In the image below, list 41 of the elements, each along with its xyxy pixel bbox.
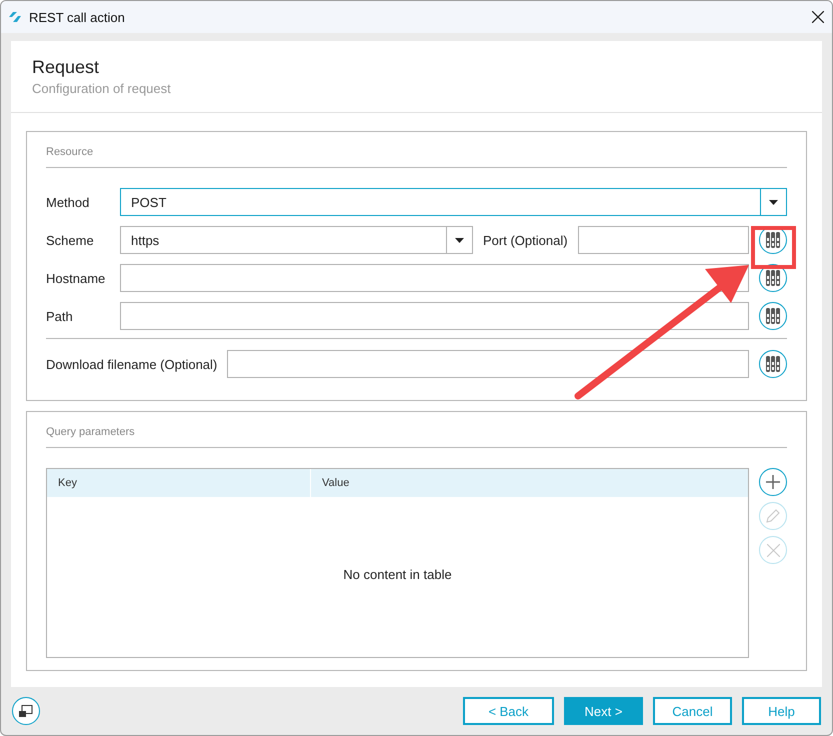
add-button[interactable]	[759, 468, 787, 496]
insert-variable-button[interactable]	[759, 350, 787, 378]
port-field[interactable]	[578, 226, 749, 254]
close-icon[interactable]	[812, 11, 824, 23]
window-mode-button[interactable]	[12, 697, 40, 725]
section-title: Resource	[46, 146, 787, 168]
column-header: Key	[47, 469, 311, 497]
scheme-dropdown[interactable]: https	[120, 226, 473, 254]
variables-icon	[765, 232, 781, 248]
input-field[interactable]	[120, 302, 749, 330]
plus-icon	[766, 475, 780, 489]
section-title: Query parameters	[46, 426, 787, 448]
variables-icon	[765, 270, 781, 286]
input-field[interactable]	[227, 350, 749, 378]
field-label: Hostname	[46, 270, 106, 286]
insert-variable-button[interactable]	[759, 302, 787, 330]
field-label: Method	[46, 194, 90, 210]
column-header: Value	[321, 476, 350, 491]
app-logo-icon	[9, 12, 21, 22]
highlight-box	[751, 226, 796, 269]
variables-icon	[765, 356, 781, 372]
field-label: Download filename (Optional)	[46, 356, 218, 372]
variables-icon	[765, 308, 781, 324]
field-label: Scheme	[46, 232, 94, 248]
field-label: Port (Optional)	[483, 232, 568, 248]
method-dropdown[interactable]: POST	[120, 188, 787, 216]
page-subtitle: Configuration of request	[32, 81, 172, 96]
pencil-icon	[766, 509, 780, 523]
window-icon	[19, 705, 33, 717]
page-title: Request	[32, 57, 100, 78]
field-label: Path	[46, 308, 73, 324]
footer-button[interactable]: Next >	[564, 697, 643, 725]
window-title: REST call action	[29, 10, 126, 24]
caret-icon	[769, 200, 778, 204]
empty-message: No content in table	[343, 566, 452, 582]
caret-icon	[455, 238, 464, 242]
footer-button[interactable]: Help	[742, 697, 821, 725]
input-field[interactable]	[120, 264, 749, 292]
close-icon	[766, 544, 780, 556]
footer-button[interactable]: < Back	[463, 697, 554, 725]
footer-button[interactable]: Cancel	[653, 697, 732, 725]
